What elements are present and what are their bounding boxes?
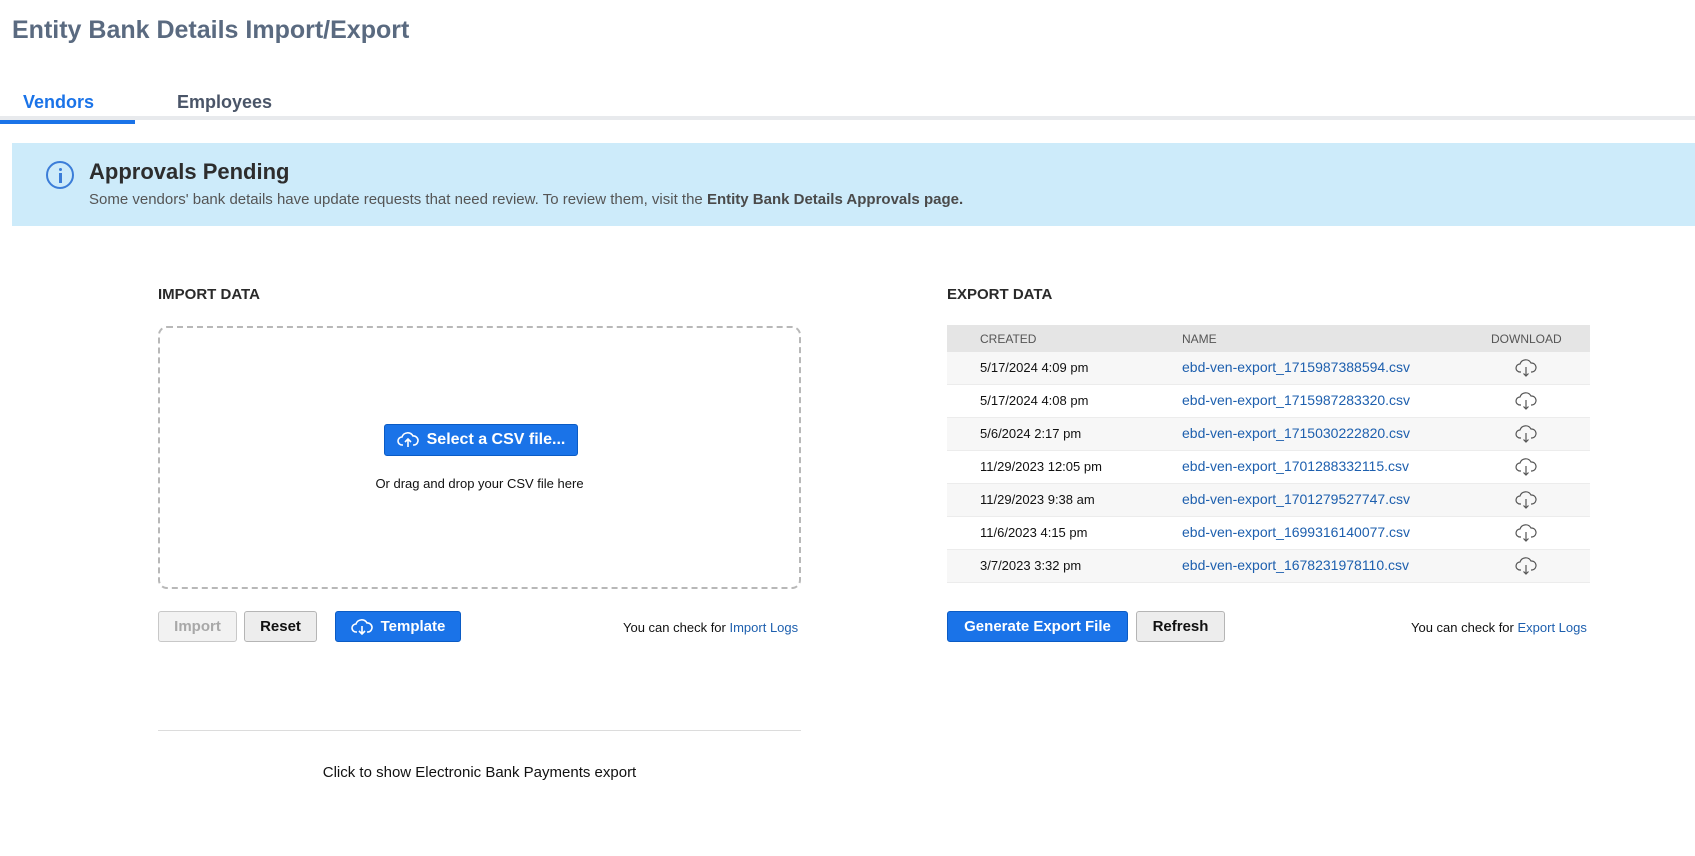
page-title: Entity Bank Details Import/Export [12, 16, 410, 44]
row-file-link[interactable]: ebd-ven-export_1701288332115.csv [1182, 458, 1409, 474]
info-icon [46, 161, 74, 189]
row-file-link[interactable]: ebd-ven-export_1701279527747.csv [1182, 491, 1410, 507]
refresh-button[interactable]: Refresh [1136, 611, 1225, 642]
cloud-download-icon [350, 618, 373, 635]
approvals-page-link[interactable]: Entity Bank Details Approvals page. [707, 191, 963, 208]
cloud-download-icon[interactable] [1515, 358, 1537, 378]
table-row: 5/6/2024 2:17 pm ebd-ven-export_171503022… [947, 418, 1590, 451]
reset-button[interactable]: Reset [244, 611, 317, 642]
row-created: 5/17/2024 4:09 pm [980, 360, 1089, 375]
table-row: 11/29/2023 9:38 am ebd-ven-export_1701279… [947, 484, 1590, 517]
tab-employees[interactable]: Employees [177, 92, 272, 120]
table-row: 11/29/2023 12:05 pm ebd-ven-export_170128… [947, 451, 1590, 484]
cloud-download-icon[interactable] [1515, 424, 1537, 444]
row-created: 11/29/2023 12:05 pm [980, 459, 1102, 474]
export-table-body: 5/17/2024 4:09 pm ebd-ven-export_17159873… [947, 352, 1590, 583]
banner-message: Some vendors' bank details have update r… [89, 191, 707, 208]
export-logs-link[interactable]: Export Logs [1517, 620, 1586, 635]
column-download: DOWNLOAD [1491, 332, 1562, 346]
row-created: 5/6/2024 2:17 pm [980, 426, 1082, 441]
row-file-link[interactable]: ebd-ven-export_1678231978110.csv [1182, 557, 1409, 573]
drop-hint: Or drag and drop your CSV file here [375, 476, 584, 491]
cloud-download-icon[interactable] [1515, 523, 1537, 543]
table-row: 3/7/2023 3:32 pm ebd-ven-export_167823197… [947, 550, 1590, 583]
row-created: 3/7/2023 3:32 pm [980, 558, 1082, 573]
table-row: 5/17/2024 4:08 pm ebd-ven-export_17159872… [947, 385, 1590, 418]
export-logs-text: You can check for Export Logs [1411, 620, 1587, 635]
banner-title: Approvals Pending [89, 159, 290, 184]
export-check-label: You can check for [1411, 620, 1518, 635]
select-csv-label: Select a CSV file... [426, 431, 566, 448]
column-name: NAME [1182, 332, 1217, 346]
table-row: 5/17/2024 4:09 pm ebd-ven-export_17159873… [947, 352, 1590, 385]
template-label: Template [380, 618, 446, 635]
cloud-download-icon[interactable] [1515, 556, 1537, 576]
row-file-link[interactable]: ebd-ven-export_1699316140077.csv [1182, 524, 1410, 540]
generate-export-button[interactable]: Generate Export File [947, 611, 1128, 642]
cloud-download-icon[interactable] [1515, 391, 1537, 411]
tab-vendors[interactable]: Vendors [0, 92, 135, 124]
row-file-link[interactable]: ebd-ven-export_1715987388594.csv [1182, 359, 1410, 375]
import-button[interactable]: Import [158, 611, 237, 642]
cloud-upload-icon [396, 432, 419, 447]
select-csv-button[interactable]: Select a CSV file... [384, 424, 578, 456]
section-divider [158, 730, 801, 731]
cloud-download-icon[interactable] [1515, 457, 1537, 477]
import-logs-text: You can check for Import Logs [623, 620, 798, 635]
export-table-header: CREATED NAME DOWNLOAD [947, 325, 1590, 352]
approvals-banner: Approvals Pending Some vendors' bank det… [12, 143, 1695, 226]
table-row: 11/6/2023 4:15 pm ebd-ven-export_16993161… [947, 517, 1590, 550]
row-created: 5/17/2024 4:08 pm [980, 393, 1089, 408]
row-file-link[interactable]: ebd-ven-export_1715030222820.csv [1182, 425, 1410, 441]
export-section-label: EXPORT DATA [947, 286, 1053, 303]
cloud-download-icon[interactable] [1515, 490, 1537, 510]
csv-dropzone[interactable]: Select a CSV file... Or drag and drop yo… [158, 326, 801, 589]
import-check-label: You can check for [623, 620, 730, 635]
template-button[interactable]: Template [335, 611, 461, 642]
row-created: 11/29/2023 9:38 am [980, 492, 1095, 507]
export-table: CREATED NAME DOWNLOAD 5/17/2024 4:09 pm e… [947, 325, 1590, 583]
banner-text: Some vendors' bank details have update r… [89, 191, 963, 208]
row-created: 11/6/2023 4:15 pm [980, 525, 1088, 540]
column-created: CREATED [980, 332, 1037, 346]
show-ebp-export-link[interactable]: Click to show Electronic Bank Payments e… [158, 764, 801, 781]
tab-bar: Vendors Employees [0, 84, 1695, 124]
import-logs-link[interactable]: Import Logs [729, 620, 798, 635]
import-section-label: IMPORT DATA [158, 286, 260, 303]
row-file-link[interactable]: ebd-ven-export_1715987283320.csv [1182, 392, 1410, 408]
